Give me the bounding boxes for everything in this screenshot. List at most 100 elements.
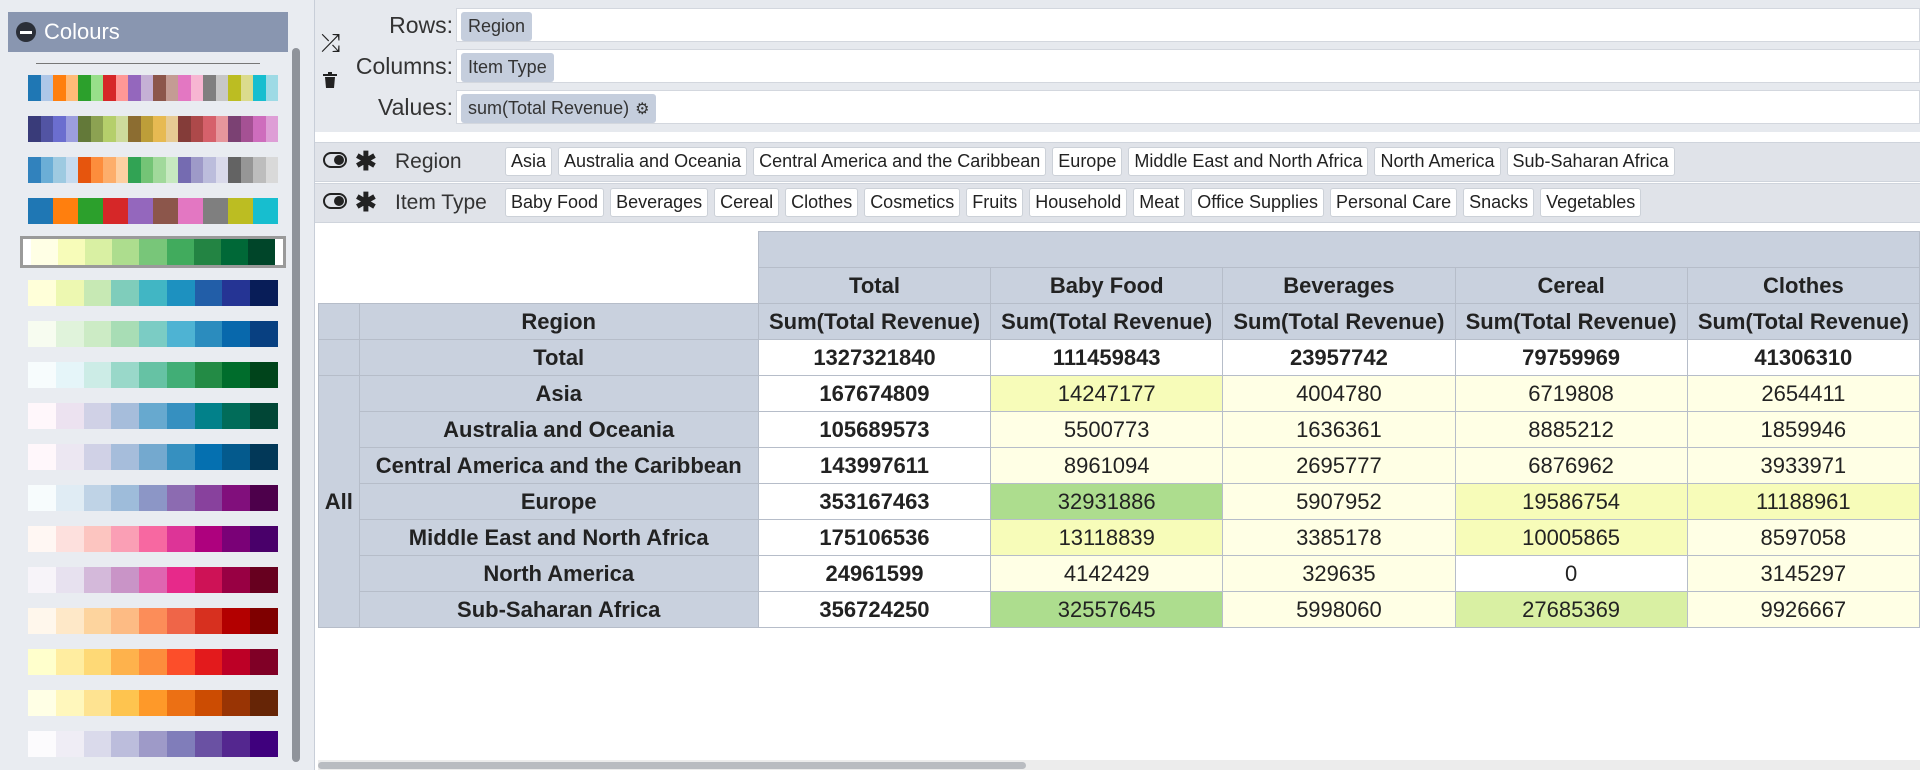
palette-swatch bbox=[166, 526, 195, 552]
colour-palette[interactable] bbox=[20, 728, 286, 760]
colour-palette[interactable] bbox=[20, 605, 286, 637]
columns-drop-zone[interactable]: Item Type bbox=[456, 49, 1920, 83]
filter-value-chip[interactable]: Vegetables bbox=[1540, 188, 1642, 217]
row-header[interactable]: Australia and Oceania bbox=[358, 411, 759, 448]
asterisk-icon[interactable]: ✱ bbox=[355, 146, 377, 177]
table-row: Total 1327321840 111459843 23957742 79759969… bbox=[318, 339, 1920, 376]
collapse-icon[interactable] bbox=[16, 22, 36, 42]
palette-swatch bbox=[153, 157, 166, 183]
pivot-shelf: ⤮ Rows: Region Columns: Item Type Values… bbox=[315, 0, 1920, 132]
palette-swatch bbox=[166, 362, 195, 388]
palette-swatch bbox=[250, 485, 279, 511]
filter-value-chip[interactable]: Asia bbox=[505, 147, 553, 176]
toggle-icon[interactable] bbox=[323, 193, 347, 209]
palette-swatch bbox=[128, 75, 141, 101]
rows-drop-zone[interactable]: Region bbox=[456, 8, 1920, 42]
filter-value-chip[interactable]: Household bbox=[1029, 188, 1128, 217]
palette-swatch bbox=[250, 280, 279, 306]
filter-value-chip[interactable]: Europe bbox=[1052, 147, 1123, 176]
colour-palette[interactable] bbox=[20, 564, 286, 596]
colour-palette[interactable] bbox=[20, 359, 286, 391]
colour-palette[interactable] bbox=[20, 400, 286, 432]
toggle-icon[interactable] bbox=[323, 152, 347, 168]
pivot-value-cell: 41306310 bbox=[1686, 339, 1920, 376]
row-header[interactable]: Central America and the Caribbean bbox=[358, 447, 759, 484]
colour-palette[interactable] bbox=[20, 113, 286, 145]
colour-palette[interactable] bbox=[20, 441, 286, 473]
palette-swatch bbox=[111, 608, 140, 634]
colour-palette[interactable] bbox=[20, 236, 286, 268]
colour-palette[interactable] bbox=[20, 72, 286, 104]
row-header[interactable]: Asia bbox=[358, 375, 759, 412]
filter-value-chip[interactable]: Beverages bbox=[610, 188, 709, 217]
filter-value-chip[interactable]: Australia and Oceania bbox=[558, 147, 748, 176]
palette-swatch bbox=[250, 526, 279, 552]
filter-value-chip[interactable]: Clothes bbox=[785, 188, 859, 217]
column-header[interactable]: Cereal bbox=[1454, 267, 1688, 304]
horizontal-scrollbar-thumb[interactable] bbox=[318, 762, 1026, 769]
palette-swatch bbox=[111, 280, 140, 306]
column-header[interactable]: Baby Food bbox=[990, 267, 1224, 304]
filter-value-chip[interactable]: Central America and the Caribbean bbox=[753, 147, 1047, 176]
colour-palette[interactable] bbox=[20, 482, 286, 514]
row-header[interactable]: Europe bbox=[358, 483, 759, 520]
filter-value-chip[interactable]: Baby Food bbox=[505, 188, 605, 217]
palette-swatch bbox=[228, 198, 253, 224]
pivot-value-cell: 6876962 bbox=[1454, 447, 1688, 484]
column-header[interactable]: Clothes bbox=[1686, 267, 1920, 304]
palette-swatch bbox=[139, 280, 167, 306]
table-row: North America 24961599 4142429 329635 0 31452… bbox=[319, 555, 1920, 592]
colour-palette[interactable] bbox=[20, 646, 286, 678]
row-header[interactable]: North America bbox=[358, 555, 759, 592]
column-header[interactable]: Total bbox=[757, 267, 992, 304]
filter-value-chip[interactable]: Office Supplies bbox=[1191, 188, 1325, 217]
palette-swatch bbox=[103, 116, 116, 142]
values-drop-zone[interactable]: sum(Total Revenue) ⚙ bbox=[456, 90, 1920, 124]
pivot-value-cell: 1636361 bbox=[1222, 411, 1456, 448]
palette-swatch bbox=[55, 321, 84, 347]
colours-panel-header[interactable]: Colours bbox=[8, 12, 288, 52]
gear-icon[interactable]: ⚙ bbox=[635, 99, 649, 119]
palette-swatch bbox=[194, 526, 223, 552]
palette-list bbox=[20, 72, 286, 769]
palette-swatch bbox=[55, 731, 84, 757]
rows-field-pill[interactable]: Region bbox=[461, 12, 533, 41]
filter-value-chip[interactable]: North America bbox=[1374, 147, 1501, 176]
palette-swatch bbox=[250, 403, 279, 429]
pivot-value-cell: 32557645 bbox=[990, 591, 1224, 628]
values-field-pill[interactable]: sum(Total Revenue) ⚙ bbox=[461, 94, 657, 123]
filter-value-chip[interactable]: Middle East and North Africa bbox=[1128, 147, 1369, 176]
columns-field-pill[interactable]: Item Type bbox=[461, 53, 554, 82]
column-header[interactable]: Beverages bbox=[1222, 267, 1456, 304]
pivot-header-bar-row bbox=[318, 231, 1920, 268]
palette-swatch bbox=[253, 198, 278, 224]
row-header[interactable]: Sub-Saharan Africa bbox=[358, 591, 759, 628]
pivot-value-cell: 6719808 bbox=[1454, 375, 1688, 412]
palette-swatch bbox=[222, 403, 251, 429]
pivot-column-labels-row: Total Baby Food Beverages Cereal Clothes bbox=[318, 267, 1920, 304]
colour-palette[interactable] bbox=[20, 195, 286, 227]
colour-palette[interactable] bbox=[20, 277, 286, 309]
filter-value-chip[interactable]: Personal Care bbox=[1330, 188, 1458, 217]
colour-palette[interactable] bbox=[20, 154, 286, 186]
row-field-header[interactable]: Region bbox=[358, 303, 759, 340]
measure-header: Sum(Total Revenue) bbox=[1686, 303, 1920, 340]
asterisk-icon[interactable]: ✱ bbox=[355, 187, 377, 218]
panel-scrollbar[interactable] bbox=[292, 48, 300, 762]
palette-swatch bbox=[203, 157, 216, 183]
row-header[interactable]: Middle East and North Africa bbox=[358, 519, 759, 556]
colour-palette[interactable] bbox=[20, 523, 286, 555]
filter-value-chip[interactable]: Meat bbox=[1133, 188, 1186, 217]
palette-swatch bbox=[139, 485, 167, 511]
row-header[interactable]: Total bbox=[358, 339, 759, 376]
filter-value-chip[interactable]: Sub-Saharan Africa bbox=[1506, 147, 1675, 176]
palette-swatch bbox=[139, 567, 167, 593]
colour-palette[interactable] bbox=[20, 318, 286, 350]
filter-value-chip[interactable]: Cosmetics bbox=[864, 188, 961, 217]
filter-value-chip[interactable]: Fruits bbox=[966, 188, 1024, 217]
filter-value-chip[interactable]: Snacks bbox=[1463, 188, 1535, 217]
palette-swatch bbox=[83, 649, 112, 675]
filter-value-chip[interactable]: Cereal bbox=[714, 188, 780, 217]
colour-palette[interactable] bbox=[20, 687, 286, 719]
palette-swatch bbox=[140, 157, 153, 183]
